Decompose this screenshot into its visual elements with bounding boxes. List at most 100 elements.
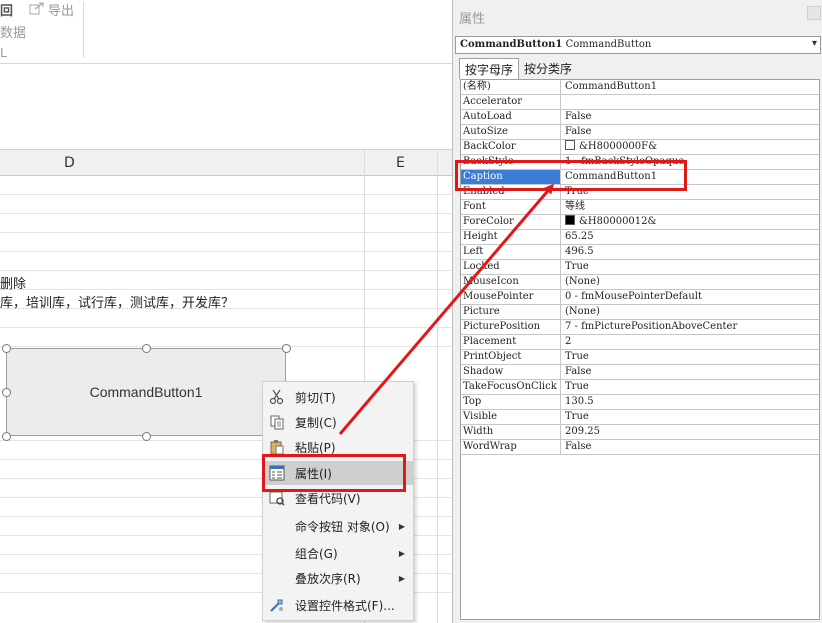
column-header-e[interactable]: E [396,155,405,171]
column-header-bar: D E [0,150,452,176]
property-value[interactable]: True [562,410,819,424]
annotation-box-caption [455,160,687,191]
property-value[interactable]: 等线 [562,200,819,214]
property-name: PicturePosition [461,320,561,334]
property-name: Placement [461,335,561,349]
menu-item-label: 命令按钮 对象(O) [295,519,390,534]
property-value[interactable]: (None) [562,275,819,289]
property-row[interactable]: Visible True [461,410,819,425]
properties-title: 属性 [459,12,486,27]
resize-handle[interactable] [2,432,11,441]
property-name: TakeFocusOnClick [461,380,561,394]
property-value[interactable]: CommandButton1 [562,80,819,94]
column-divider [437,150,438,623]
property-value[interactable]: 0 - fmMousePointerDefault [562,290,819,304]
property-row[interactable]: PrintObject True [461,350,819,365]
menu-item-cut[interactable]: 剪切(T) [263,385,413,409]
property-value[interactable]: &H8000000F& [562,140,819,154]
property-name: (名称) [461,80,561,94]
menu-item-label: 组合(G) [295,546,338,561]
annotation-box-menu [262,454,406,492]
column-header-d[interactable]: D [64,155,75,171]
cell-text[interactable]: 库，培训库，试行库，测试库，开发库？ [0,292,234,311]
property-row[interactable]: ForeColor &H80000012& [461,215,819,230]
row-gridline [0,327,452,328]
resize-handle[interactable] [142,344,151,353]
property-row[interactable]: PicturePosition 7 - fmPicturePositionAbo… [461,320,819,335]
property-value[interactable]: 7 - fmPicturePositionAboveCenter [562,320,819,334]
menu-item-order[interactable]: 叠放次序(R) ▶ [263,566,413,590]
resize-handle[interactable] [2,388,11,397]
property-value[interactable]: False [562,125,819,139]
property-name: AutoLoad [461,110,561,124]
resize-handle[interactable] [142,432,151,441]
property-value-text: &H8000000F& [579,141,657,152]
property-value[interactable]: 496.5 [562,245,819,259]
close-icon[interactable] [807,6,821,20]
property-row[interactable]: MouseIcon (None) [461,275,819,290]
property-row[interactable]: Width 209.25 [461,425,819,440]
row-gridline [0,251,452,252]
property-value[interactable]: &H80000012& [562,215,819,229]
menu-item-format-control[interactable]: 设置控件格式(F)... [263,593,413,617]
property-row[interactable]: MousePointer 0 - fmMousePointerDefault [461,290,819,305]
object-selector[interactable]: CommandButton1 CommandButton ▾ [455,36,821,54]
property-value[interactable]: 2 [562,335,819,349]
property-row[interactable]: (名称) CommandButton1 [461,80,819,95]
command-button[interactable]: CommandButton1 [6,348,286,436]
ribbon: 回 导出 数据 L [0,0,452,64]
property-value[interactable]: True [562,380,819,394]
property-value[interactable]: True [562,260,819,274]
property-value[interactable]: 209.25 [562,425,819,439]
property-row[interactable]: Top 130.5 [461,395,819,410]
property-row[interactable]: TakeFocusOnClick True [461,380,819,395]
paste-icon [270,440,284,455]
property-row[interactable]: Accelerator [461,95,819,110]
property-row[interactable]: Locked True [461,260,819,275]
menu-item-copy[interactable]: 复制(C) [263,410,413,434]
resize-handle[interactable] [2,344,11,353]
resize-handle[interactable] [282,344,291,353]
property-name: MousePointer [461,290,561,304]
property-name: AutoSize [461,125,561,139]
property-value[interactable]: False [562,110,819,124]
property-value[interactable]: True [562,350,819,364]
ribbon-separator [83,2,84,58]
menu-item-group[interactable]: 组合(G) ▶ [263,541,413,565]
property-row[interactable]: Picture (None) [461,305,819,320]
property-name: WordWrap [461,440,561,454]
property-row[interactable]: Height 65.25 [461,230,819,245]
property-value[interactable]: 65.25 [562,230,819,244]
property-value[interactable]: (None) [562,305,819,319]
scissors-icon [269,389,284,405]
color-swatch [565,140,575,150]
property-value[interactable]: 130.5 [562,395,819,409]
property-row[interactable]: AutoLoad False [461,110,819,125]
tab-categorized[interactable]: 按分类序 [519,58,577,78]
property-row[interactable]: AutoSize False [461,125,819,140]
property-row[interactable]: Shadow False [461,365,819,380]
property-value[interactable]: False [562,365,819,379]
property-value[interactable]: False [562,440,819,454]
property-name: Picture [461,305,561,319]
menu-item-label: 叠放次序(R) [295,571,361,586]
property-row[interactable]: Left 496.5 [461,245,819,260]
property-row[interactable]: Placement 2 [461,335,819,350]
property-name: Locked [461,260,561,274]
copy-icon [270,415,284,430]
menu-item-label: 设置控件格式(F)... [295,598,395,613]
property-row[interactable]: WordWrap False [461,440,819,455]
ribbon-group-data: 数据 [0,26,27,41]
menu-item-command-button-object[interactable]: 命令按钮 对象(O) ▶ [263,514,413,538]
color-swatch [565,215,575,225]
property-name: Width [461,425,561,439]
property-value[interactable] [562,95,819,109]
property-name: Height [461,230,561,244]
tab-alphabetic[interactable]: 按字母序 [459,58,520,79]
menu-item-label: 复制(C) [295,415,337,430]
cell-text[interactable]: 删除 [0,273,26,292]
property-row[interactable]: Font 等线 [461,200,819,215]
property-row[interactable]: BackColor &H8000000F& [461,140,819,155]
export-button[interactable]: 导出 [48,0,74,19]
row-gridline [0,289,452,290]
